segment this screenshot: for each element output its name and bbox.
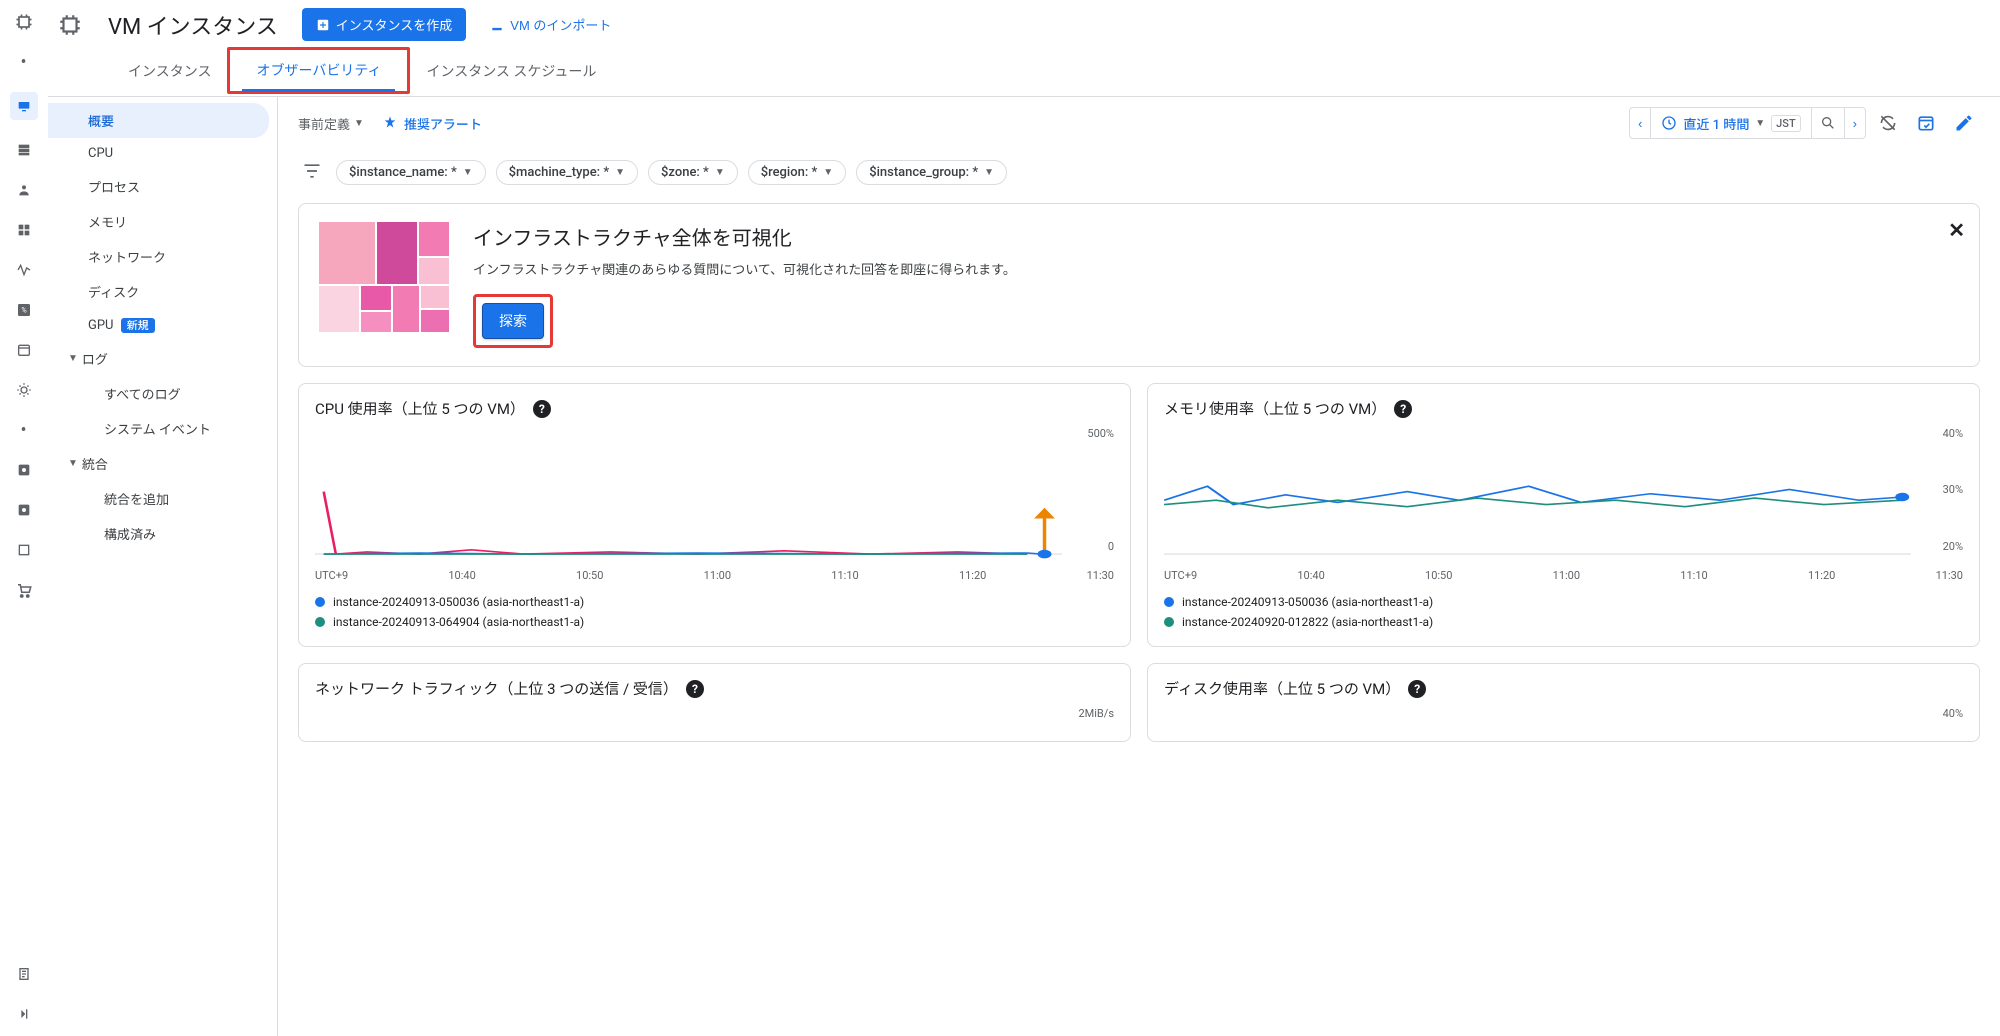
nav-process[interactable]: プロセス xyxy=(48,169,277,204)
chart-disk-title: ディスク使用率（上位 5 つの VM） xyxy=(1164,678,1400,699)
main-tabs: インスタンス オブザーバビリティ インスタンス スケジュール xyxy=(48,49,2000,97)
disk2-icon[interactable] xyxy=(14,500,34,520)
chip-icon[interactable] xyxy=(14,12,34,32)
filter-icon[interactable] xyxy=(298,161,326,185)
nav-system-events[interactable]: システム イベント xyxy=(48,411,277,446)
storage-icon[interactable] xyxy=(14,140,34,160)
legend-item: instance-20240913-064904 (asia-northeast… xyxy=(315,612,1114,632)
nav-network[interactable]: ネットワーク xyxy=(48,239,277,274)
cart-icon[interactable] xyxy=(14,580,34,600)
chart-cpu-title: CPU 使用率（上位 5 つの VM） xyxy=(315,398,525,419)
time-next-button[interactable]: › xyxy=(1845,108,1865,138)
nav-all-logs[interactable]: すべてのログ xyxy=(48,376,277,411)
svg-text:%: % xyxy=(21,306,27,315)
activity-icon[interactable] xyxy=(14,260,34,280)
banner-title: インフラストラクチャ全体を可視化 xyxy=(473,222,1016,251)
edit-icon[interactable] xyxy=(1948,107,1980,139)
legend-item: instance-20240913-050036 (asia-northeast… xyxy=(1164,592,1963,612)
filter-machine-type[interactable]: $machine_type: *▼ xyxy=(496,160,638,185)
nav-cpu[interactable]: CPU xyxy=(48,138,277,169)
nav-add-integration[interactable]: 統合を追加 xyxy=(48,481,277,516)
time-search-button[interactable] xyxy=(1812,108,1844,138)
nav-integrations-group[interactable]: ▼統合 xyxy=(48,446,277,481)
help-icon[interactable]: ? xyxy=(1408,680,1426,698)
nav-gpu[interactable]: GPU 新規 xyxy=(48,309,277,341)
chart-memory-title: メモリ使用率（上位 5 つの VM） xyxy=(1164,398,1386,419)
filter-bar: $instance_name: *▼ $machine_type: *▼ $zo… xyxy=(278,150,2000,195)
time-range-label[interactable]: 直近 1 時間 ▼ JST xyxy=(1651,114,1810,133)
filter-region[interactable]: $region: *▼ xyxy=(748,160,846,185)
person-icon[interactable] xyxy=(14,180,34,200)
box-icon[interactable] xyxy=(14,540,34,560)
dot-icon[interactable]: • xyxy=(14,52,34,72)
nav-logs-group[interactable]: ▼ログ xyxy=(48,341,277,376)
time-range-picker[interactable]: ‹ 直近 1 時間 ▼ JST › xyxy=(1629,107,1866,139)
legend-item: instance-20240920-012822 (asia-northeast… xyxy=(1164,612,1963,632)
filter-zone[interactable]: $zone: *▼ xyxy=(648,160,738,185)
filter-instance-group[interactable]: $instance_group: *▼ xyxy=(856,160,1007,185)
disk-icon[interactable] xyxy=(14,460,34,480)
tab-instances[interactable]: インスタンス xyxy=(112,49,227,96)
doc-icon[interactable] xyxy=(14,964,34,984)
side-nav: 概要 CPU プロセス メモリ ネットワーク ディスク GPU 新規 ▼ログ す… xyxy=(48,97,278,1036)
help-icon[interactable]: ? xyxy=(686,680,704,698)
dashboard-toolbar: 事前定義 ▼ 推奨アラート ‹ 直近 1 時間 xyxy=(278,97,2000,150)
tab-observability[interactable]: オブザーバビリティ xyxy=(227,47,410,94)
product-icon xyxy=(56,11,84,39)
collapse-icon[interactable] xyxy=(14,1004,34,1024)
page-title: VM インスタンス xyxy=(108,9,278,41)
grid-icon[interactable] xyxy=(14,220,34,240)
recommended-alerts-button[interactable]: 推奨アラート xyxy=(382,114,482,133)
explore-button[interactable]: 探索 xyxy=(482,303,544,339)
page-header: VM インスタンス インスタンスを作成 VM のインポート xyxy=(48,0,2000,49)
nav-overview[interactable]: 概要 xyxy=(48,103,269,138)
help-icon[interactable]: ? xyxy=(533,400,551,418)
chart-cpu: CPU 使用率（上位 5 つの VM）? 500% 0 xyxy=(298,383,1131,647)
import-vm-button[interactable]: VM のインポート xyxy=(490,15,611,34)
left-rail: • % • xyxy=(0,0,48,1036)
auto-refresh-off-icon[interactable] xyxy=(1872,107,1904,139)
calendar-icon[interactable] xyxy=(14,340,34,360)
chart-disk: ディスク使用率（上位 5 つの VM）? 40% xyxy=(1147,663,1980,742)
filter-instance-name[interactable]: $instance_name: *▼ xyxy=(336,160,486,185)
gear-chip-icon[interactable] xyxy=(14,380,34,400)
treemap-icon xyxy=(319,222,449,332)
banner-desc: インフラストラクチャ関連のあらゆる質問について、可視化された回答を即座に得られま… xyxy=(473,259,1016,278)
help-icon[interactable]: ? xyxy=(1394,400,1412,418)
tab-schedule[interactable]: インスタンス スケジュール xyxy=(410,49,612,96)
nav-disk[interactable]: ディスク xyxy=(48,274,277,309)
chart-memory: メモリ使用率（上位 5 つの VM）? 40% 30% 20% xyxy=(1147,383,1980,647)
chart-network-title: ネットワーク トラフィック（上位 3 つの送信 / 受信） xyxy=(315,678,678,699)
nav-configured[interactable]: 構成済み xyxy=(48,516,277,551)
infra-explorer-banner: ✕ インフラストラクチャ全体を可視化 xyxy=(298,203,1980,367)
compute-icon[interactable] xyxy=(10,92,38,120)
nav-memory[interactable]: メモリ xyxy=(48,204,277,239)
event-icon[interactable] xyxy=(1910,107,1942,139)
predefined-dropdown[interactable]: 事前定義 ▼ xyxy=(298,114,364,133)
percent-icon[interactable]: % xyxy=(14,300,34,320)
create-instance-button[interactable]: インスタンスを作成 xyxy=(302,8,466,41)
dot2-icon[interactable]: • xyxy=(14,420,34,440)
legend-item: instance-20240913-050036 (asia-northeast… xyxy=(315,592,1114,612)
chart-network: ネットワーク トラフィック（上位 3 つの送信 / 受信）? 2MiB/s xyxy=(298,663,1131,742)
close-icon[interactable]: ✕ xyxy=(1948,218,1965,242)
time-prev-button[interactable]: ‹ xyxy=(1630,108,1650,138)
